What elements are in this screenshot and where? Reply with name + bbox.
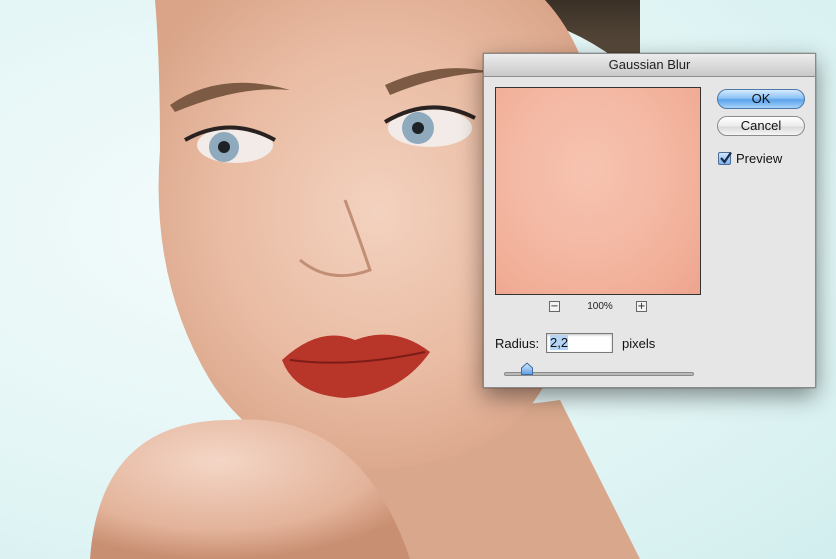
- radius-label: Radius:: [495, 335, 540, 351]
- checkmark-icon: [720, 151, 732, 164]
- blur-preview-area[interactable]: [495, 87, 701, 295]
- radius-input[interactable]: 2,2: [546, 333, 613, 353]
- preview-label: Preview: [736, 150, 783, 166]
- gaussian-blur-dialog: Gaussian Blur − 100% + OK Cancel Preview…: [483, 53, 816, 388]
- preview-checkbox[interactable]: [718, 151, 732, 165]
- cancel-button[interactable]: Cancel: [717, 116, 805, 136]
- preview-checkbox-row[interactable]: Preview: [718, 150, 782, 166]
- dialog-titlebar[interactable]: Gaussian Blur: [484, 54, 815, 77]
- radius-row: Radius: 2,2 pixels: [495, 333, 655, 353]
- right-pupil: [412, 122, 424, 134]
- zoom-level-label: 100%: [587, 301, 613, 312]
- ok-button[interactable]: OK: [717, 89, 805, 109]
- zoom-out-button[interactable]: −: [549, 301, 560, 312]
- radius-unit-label: pixels: [622, 335, 656, 351]
- zoom-in-button[interactable]: +: [636, 301, 647, 312]
- left-pupil: [218, 141, 230, 153]
- radius-value: 2,2: [550, 335, 569, 350]
- zoom-controls: − 100% +: [495, 300, 701, 314]
- slider-thumb-icon[interactable]: [520, 362, 534, 376]
